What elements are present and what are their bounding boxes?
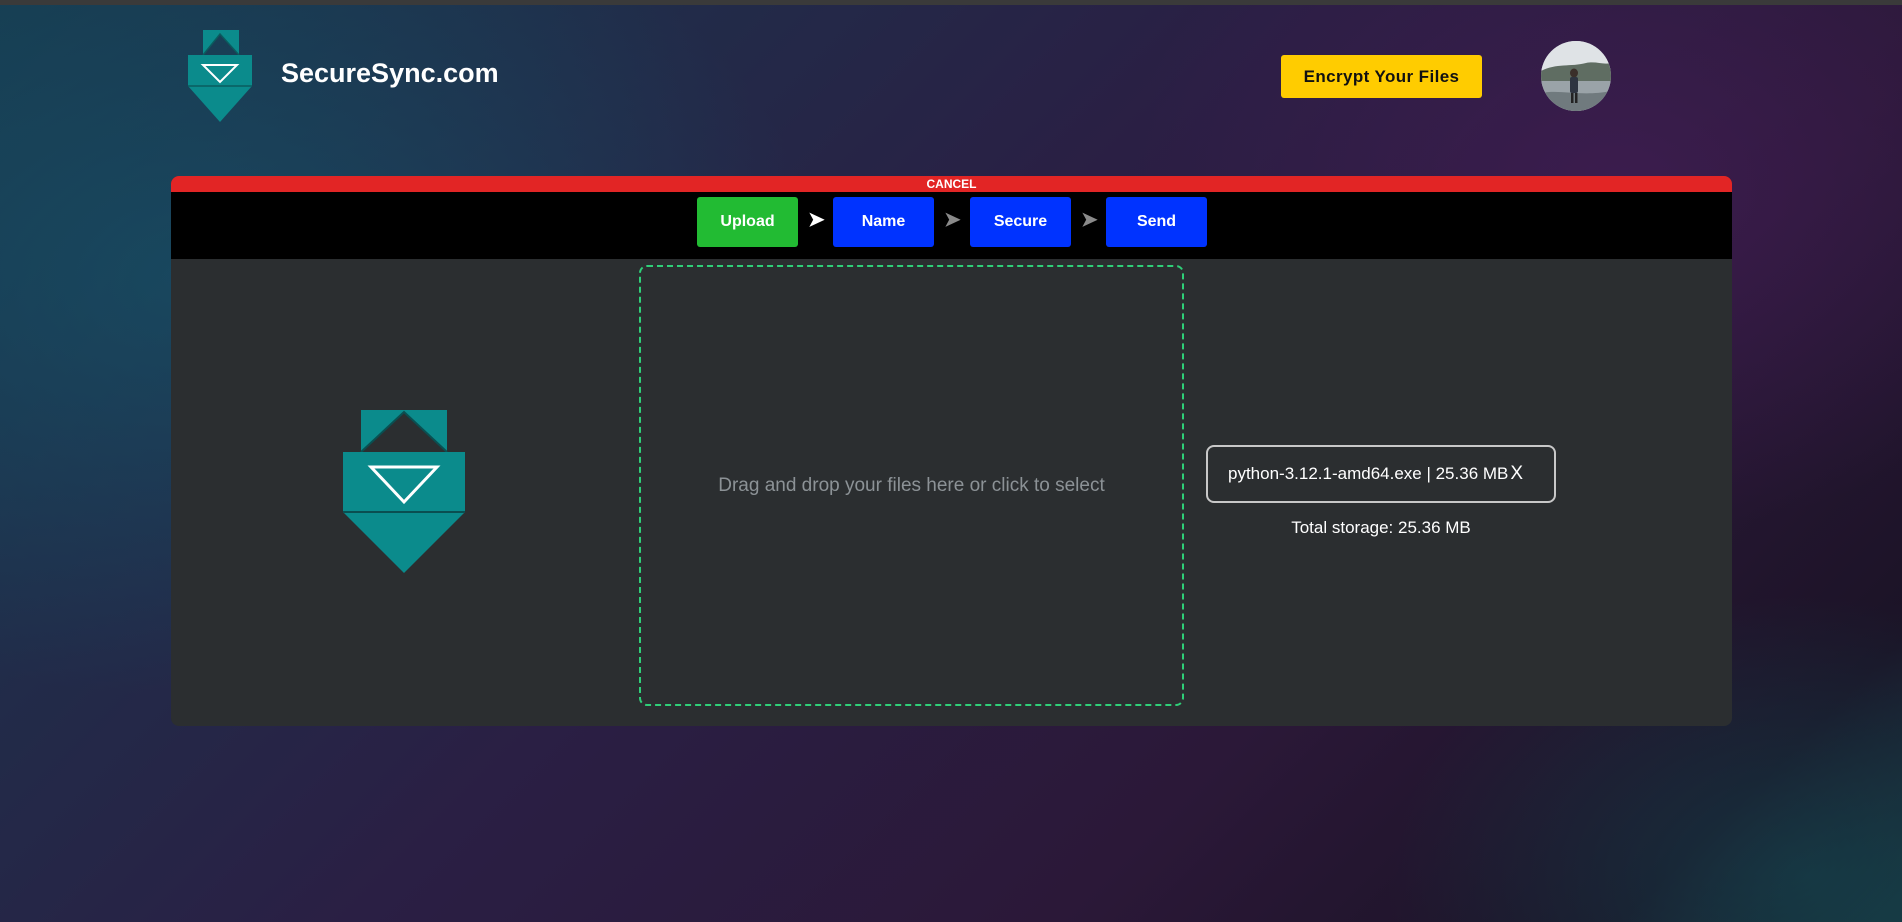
encrypt-files-button[interactable]: Encrypt Your Files [1281,55,1482,98]
file-dropzone[interactable]: Drag and drop your files here or click t… [639,265,1184,706]
cancel-button[interactable]: CANCEL [171,176,1732,192]
chevron-right-icon: ➤ [1081,209,1098,231]
upload-logo-icon [343,410,465,573]
uploaded-file-chip: python-3.12.1-amd64.exe | 25.36 MB X [1206,445,1556,503]
avatar-photo [1541,41,1611,111]
step-bar: Upload ➤ Name ➤ Secure ➤ Send [171,192,1732,259]
chevron-right-icon: ➤ [944,209,961,231]
upload-panel: CANCEL Upload ➤ Name ➤ Secure ➤ Send Dra… [171,176,1732,726]
brand-name[interactable]: SecureSync.com [281,58,499,89]
user-avatar[interactable] [1541,41,1611,111]
logo-icon[interactable] [188,30,252,122]
chevron-right-icon: ➤ [808,209,825,231]
step-secure[interactable]: Secure [970,197,1071,247]
step-send[interactable]: Send [1106,197,1207,247]
close-icon[interactable]: X [1510,463,1523,485]
step-name[interactable]: Name [833,197,934,247]
browser-top-edge [0,0,1902,5]
total-storage: Total storage: 25.36 MB [1291,518,1471,537]
file-name-size: python-3.12.1-amd64.exe | 25.36 MB [1228,464,1509,483]
dropzone-hint: Drag and drop your files here or click t… [718,474,1105,496]
step-upload[interactable]: Upload [697,197,798,247]
